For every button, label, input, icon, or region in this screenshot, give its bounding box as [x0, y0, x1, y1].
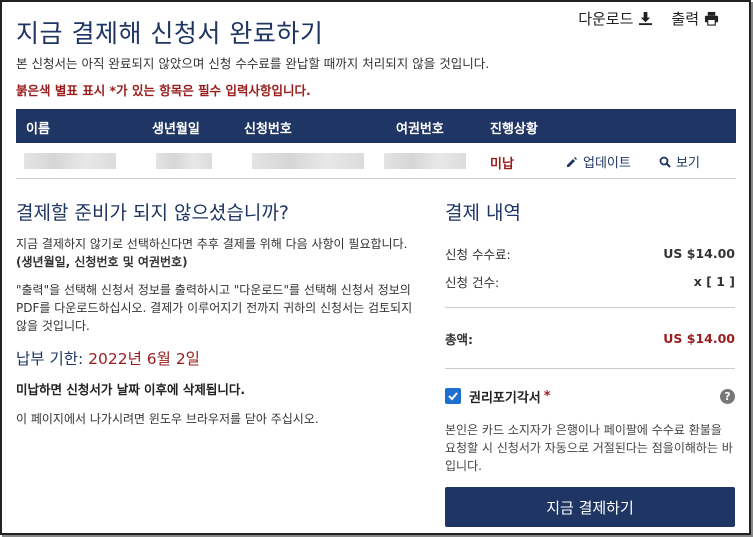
header-passport-number: 여권번호 — [396, 122, 444, 137]
deletion-warning: 미납하면 신청서가 날짜 이후에 삭제됩니다. — [16, 382, 246, 397]
header-status: 진행상황 — [490, 122, 538, 137]
close-window-note: 이 페이지에서 나가시려면 윈도우 브라우저를 닫아 주십시오. — [16, 412, 319, 426]
redacted-name — [24, 153, 116, 169]
pay-now-button[interactable]: 지금 결제하기 — [445, 487, 735, 527]
divider — [445, 307, 735, 308]
summary-heading: 결제 내역 — [445, 202, 521, 224]
fee-line: 신청 수수료: US $14.00 — [445, 239, 735, 267]
deadline-date: 2022년 6월 2일 — [88, 350, 200, 368]
pay-later-section: 결제할 준비가 되지 않으셨습니까? 지금 결제하지 않기로 선택하신다면 추후… — [16, 198, 426, 438]
pencil-icon — [567, 156, 577, 167]
pay-later-info: 지금 결제하지 않기로 선택하신다면 추후 결제를 위해 다음 사항이 필요합니… — [16, 235, 426, 271]
waiver-row: 권리포기각서 * ? — [445, 381, 735, 411]
update-label: 업데이트 — [583, 156, 631, 171]
header-name: 이름 — [26, 122, 50, 137]
top-actions: 다운로드 출력 — [578, 8, 719, 29]
count-value: x [ 1 ] — [693, 273, 735, 289]
help-icon[interactable]: ? — [720, 388, 735, 404]
total-label: 총액: — [445, 331, 473, 347]
divider — [445, 368, 735, 369]
total-value: US $14.00 — [663, 330, 735, 346]
page-title: 지금 결제해 신청서 완료하기 — [16, 19, 324, 48]
table-row: 미납 업데이트 보기 — [16, 143, 736, 179]
table-header: 이름 생년월일 신청번호 여권번호 진행상황 — [16, 109, 736, 143]
search-icon — [659, 156, 671, 168]
header-application-number: 신청번호 — [244, 122, 292, 137]
status-badge: 미납 — [490, 157, 514, 172]
page-frame: 지금 결제해 신청서 완료하기 다운로드 출력 본 신청서는 아직 완료되지 않… — [0, 0, 751, 535]
fee-value: US $14.00 — [663, 245, 735, 261]
redacted-passport-number — [384, 153, 466, 169]
required-star: * — [543, 388, 551, 404]
payment-summary: 결제 내역 신청 수수료: US $14.00 신청 건수: x [ 1 ] 총… — [445, 198, 735, 527]
pay-later-info-text: 지금 결제하지 않기로 선택하신다면 추후 결제를 위해 다음 사항이 필요합니… — [16, 237, 408, 251]
download-label: 다운로드 — [578, 10, 634, 28]
application-table: 이름 생년월일 신청번호 여권번호 진행상황 미납 업데이트 보기 — [16, 109, 736, 179]
payment-deadline: 납부 기한: 2022년 6월 2일 — [16, 347, 426, 369]
download-button[interactable]: 다운로드 — [578, 8, 653, 29]
total-line: 총액: US $14.00 — [445, 320, 735, 356]
download-icon — [639, 11, 653, 26]
view-link[interactable]: 보기 — [659, 152, 700, 171]
pay-later-heading: 결제할 준비가 되지 않으셨습니까? — [16, 202, 289, 224]
check-icon — [448, 392, 458, 401]
waiver-checkbox[interactable] — [445, 388, 461, 404]
print-label: 출력 — [671, 10, 699, 28]
view-label: 보기 — [676, 156, 700, 171]
print-icon — [704, 11, 719, 26]
waiver-text: 본인은 카드 소지자가 은행이나 페이팔에 수수료 환불을 요청할 시 신청서가… — [445, 423, 733, 473]
redacted-application-number — [252, 153, 364, 169]
update-link[interactable]: 업데이트 — [566, 152, 631, 171]
deadline-label: 납부 기한: — [16, 350, 84, 368]
print-button[interactable]: 출력 — [671, 8, 719, 29]
required-fields-note: 붉은색 별표 표시 *가 있는 항목은 필수 입력사항입니다. — [16, 83, 311, 98]
header-birthdate: 생년월일 — [152, 122, 200, 137]
count-line: 신청 건수: x [ 1 ] — [445, 267, 735, 295]
incomplete-notice: 본 신청서는 아직 완료되지 않았으며 신청 수수료를 완납할 때까지 처리되지… — [16, 56, 490, 71]
count-label: 신청 건수: — [445, 274, 500, 290]
redacted-birthdate — [156, 153, 212, 169]
waiver-label: 권리포기각서 — [469, 390, 541, 406]
required-info-list: (생년월일, 신청번호 및 여권번호) — [16, 255, 188, 269]
fee-label: 신청 수수료: — [445, 246, 511, 262]
print-download-info: "출력"을 선택해 신청서 정보를 출력하시고 "다운로드"를 선택해 신청서 … — [16, 283, 413, 333]
